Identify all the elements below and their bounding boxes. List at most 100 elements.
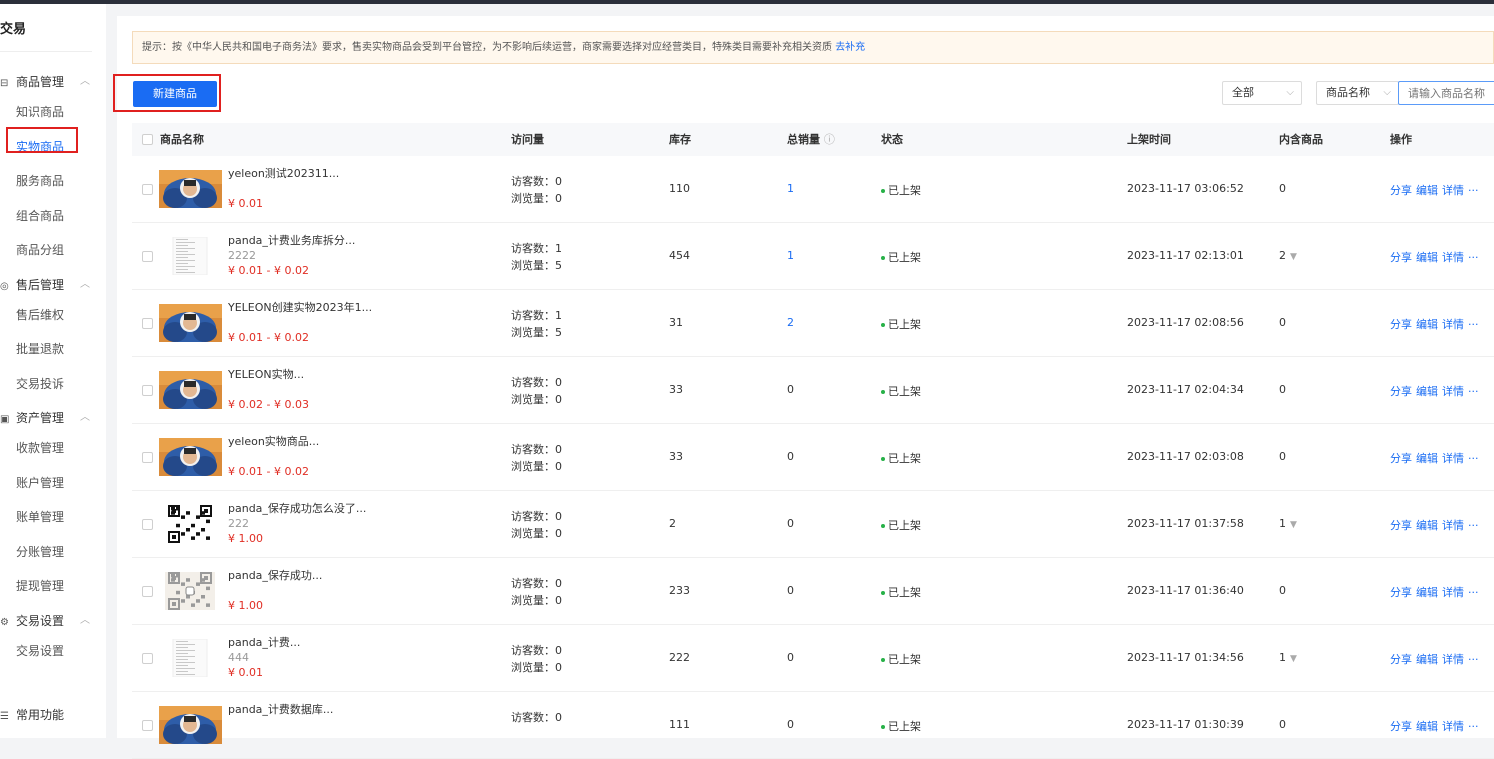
more-icon[interactable]: ··· bbox=[1468, 452, 1479, 465]
sidebar-item[interactable]: 商品分组 bbox=[16, 239, 64, 261]
header-sales[interactable]: 总销量 ⓘ bbox=[787, 123, 835, 156]
contains-count: 0 bbox=[1279, 450, 1286, 463]
status-dot bbox=[881, 256, 885, 260]
product-name[interactable]: YELEON实物... bbox=[228, 366, 304, 382]
more-icon[interactable]: ··· bbox=[1468, 653, 1479, 666]
contains-count[interactable]: 1 ▼ bbox=[1279, 517, 1297, 530]
edit-link[interactable]: 编辑 bbox=[1416, 519, 1438, 532]
product-thumbnail[interactable] bbox=[159, 572, 222, 610]
search-input[interactable] bbox=[1398, 81, 1494, 105]
product-name[interactable]: panda_保存成功怎么没了... bbox=[228, 500, 366, 516]
more-icon[interactable]: ··· bbox=[1468, 586, 1479, 599]
product-thumbnail[interactable] bbox=[159, 438, 222, 476]
share-link[interactable]: 分享 bbox=[1390, 653, 1412, 666]
sidebar-item[interactable]: 分账管理 bbox=[16, 541, 64, 563]
more-icon[interactable]: ··· bbox=[1468, 184, 1479, 197]
row-checkbox[interactable] bbox=[142, 586, 153, 597]
row-checkbox[interactable] bbox=[142, 385, 153, 396]
more-icon[interactable]: ··· bbox=[1468, 519, 1479, 532]
sidebar-item[interactable]: 组合商品 bbox=[16, 205, 64, 227]
detail-link[interactable]: 详情 bbox=[1442, 519, 1464, 532]
sidebar-item[interactable]: 账户管理 bbox=[16, 472, 64, 494]
edit-link[interactable]: 编辑 bbox=[1416, 720, 1438, 733]
share-link[interactable]: 分享 bbox=[1390, 519, 1412, 532]
product-name[interactable]: panda_计费... bbox=[228, 634, 300, 650]
product-thumbnail[interactable] bbox=[159, 237, 222, 275]
share-link[interactable]: 分享 bbox=[1390, 586, 1412, 599]
share-link[interactable]: 分享 bbox=[1390, 720, 1412, 733]
field-select[interactable]: 商品名称 ⌵ bbox=[1316, 81, 1399, 105]
edit-link[interactable]: 编辑 bbox=[1416, 452, 1438, 465]
sidebar-item[interactable]: 售后维权 bbox=[16, 304, 64, 326]
share-link[interactable]: 分享 bbox=[1390, 385, 1412, 398]
sidebar-group-3[interactable]: ⚙ 交易设置 ︿ bbox=[0, 610, 100, 632]
sidebar-item[interactable]: 交易投诉 bbox=[16, 373, 64, 395]
row-checkbox[interactable] bbox=[142, 318, 153, 329]
share-link[interactable]: 分享 bbox=[1390, 184, 1412, 197]
sidebar-divider bbox=[0, 51, 92, 52]
product-name[interactable]: yeleon实物商品... bbox=[228, 433, 319, 449]
more-icon[interactable]: ··· bbox=[1468, 385, 1479, 398]
product-name[interactable]: YELEON创建实物2023年1... bbox=[228, 299, 372, 315]
product-thumbnail[interactable] bbox=[159, 304, 222, 342]
stock-value: 2 bbox=[669, 517, 676, 530]
detail-link[interactable]: 详情 bbox=[1442, 452, 1464, 465]
product-thumbnail[interactable] bbox=[159, 371, 222, 409]
edit-link[interactable]: 编辑 bbox=[1416, 385, 1438, 398]
sidebar-item[interactable]: 知识商品 bbox=[16, 101, 64, 123]
sidebar-item[interactable]: 批量退款 bbox=[16, 338, 64, 360]
row-checkbox[interactable] bbox=[142, 653, 153, 664]
view-count: 浏览量：0 bbox=[511, 393, 562, 406]
product-name[interactable]: panda_保存成功... bbox=[228, 567, 322, 583]
product-thumbnail[interactable] bbox=[159, 639, 222, 677]
contains-count[interactable]: 1 ▼ bbox=[1279, 651, 1297, 664]
detail-link[interactable]: 详情 bbox=[1442, 720, 1464, 733]
edit-link[interactable]: 编辑 bbox=[1416, 318, 1438, 331]
row-checkbox[interactable] bbox=[142, 452, 153, 463]
sidebar-group-1[interactable]: ◎ 售后管理 ︿ bbox=[0, 274, 100, 296]
detail-link[interactable]: 详情 bbox=[1442, 653, 1464, 666]
select-all-checkbox[interactable] bbox=[142, 134, 153, 145]
sidebar-item[interactable]: 服务商品 bbox=[16, 170, 64, 192]
sidebar-group-2[interactable]: ▣ 资产管理 ︿ bbox=[0, 407, 100, 429]
sales-value[interactable]: 2 bbox=[787, 316, 794, 329]
notice-link[interactable]: 去补充 bbox=[835, 42, 865, 53]
detail-link[interactable]: 详情 bbox=[1442, 385, 1464, 398]
row-checkbox[interactable] bbox=[142, 519, 153, 530]
contains-count[interactable]: 2 ▼ bbox=[1279, 249, 1297, 262]
share-link[interactable]: 分享 bbox=[1390, 452, 1412, 465]
detail-link[interactable]: 详情 bbox=[1442, 586, 1464, 599]
product-thumbnail[interactable] bbox=[159, 505, 222, 543]
sidebar-common-functions[interactable]: ☰ 常用功能 bbox=[0, 704, 100, 726]
edit-link[interactable]: 编辑 bbox=[1416, 653, 1438, 666]
sidebar-item[interactable]: 交易设置 bbox=[16, 640, 64, 662]
product-thumbnail[interactable] bbox=[159, 170, 222, 208]
product-name[interactable]: panda_计费数据库... bbox=[228, 701, 333, 717]
edit-link[interactable]: 编辑 bbox=[1416, 184, 1438, 197]
detail-link[interactable]: 详情 bbox=[1442, 318, 1464, 331]
sales-value[interactable]: 1 bbox=[787, 249, 794, 262]
more-icon[interactable]: ··· bbox=[1468, 251, 1479, 264]
share-link[interactable]: 分享 bbox=[1390, 251, 1412, 264]
edit-link[interactable]: 编辑 bbox=[1416, 586, 1438, 599]
more-icon[interactable]: ··· bbox=[1468, 318, 1479, 331]
product-name[interactable]: panda_计费业务库拆分... bbox=[228, 232, 355, 248]
listing-time: 2023-11-17 02:08:56 bbox=[1127, 316, 1244, 329]
row-checkbox[interactable] bbox=[142, 184, 153, 195]
row-checkbox[interactable] bbox=[142, 251, 153, 262]
detail-link[interactable]: 详情 bbox=[1442, 184, 1464, 197]
detail-link[interactable]: 详情 bbox=[1442, 251, 1464, 264]
stock-value: 454 bbox=[669, 249, 690, 262]
product-name[interactable]: yeleon测试202311... bbox=[228, 165, 339, 181]
share-link[interactable]: 分享 bbox=[1390, 318, 1412, 331]
product-thumbnail[interactable] bbox=[159, 706, 222, 744]
sidebar-item[interactable]: 提现管理 bbox=[16, 575, 64, 597]
sidebar-item[interactable]: 账单管理 bbox=[16, 506, 64, 528]
row-checkbox[interactable] bbox=[142, 720, 153, 731]
edit-link[interactable]: 编辑 bbox=[1416, 251, 1438, 264]
more-icon[interactable]: ··· bbox=[1468, 720, 1479, 733]
sidebar-item[interactable]: 收款管理 bbox=[16, 437, 64, 459]
sidebar-group-0[interactable]: ⊟ 商品管理 ︿ bbox=[0, 71, 100, 93]
status-select[interactable]: 全部 ⌵ bbox=[1222, 81, 1302, 105]
sales-value[interactable]: 1 bbox=[787, 182, 794, 195]
